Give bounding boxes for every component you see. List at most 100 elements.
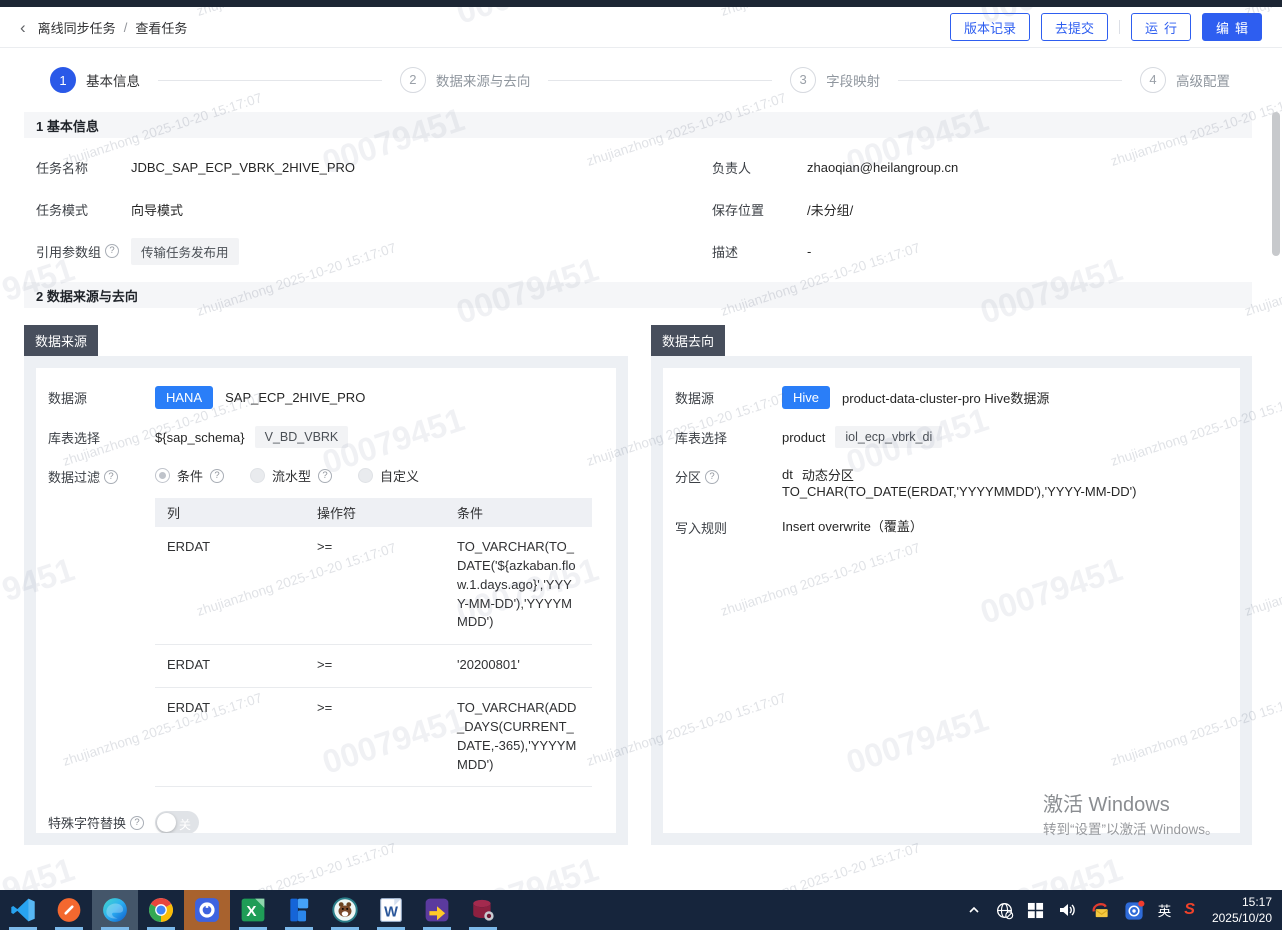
taskbar-dbeaver[interactable] <box>322 890 368 930</box>
field-label: 负责人 <box>700 158 807 177</box>
taskbar-word[interactable]: W <box>368 890 414 930</box>
step-source-dest[interactable]: 2 数据来源与去向 <box>400 67 531 93</box>
chrome-icon <box>148 897 174 923</box>
field-label-text: 数据过滤 <box>48 467 100 486</box>
filter-column-cell: ERDAT <box>155 656 305 675</box>
help-icon[interactable]: ? <box>318 469 332 483</box>
field-label-text: 特殊字符替换 <box>48 813 126 832</box>
back-icon[interactable]: ‹ <box>20 19 26 36</box>
taskbar-edge[interactable] <box>92 890 138 930</box>
filter-table: 列 操作符 条件 ERDAT >= TO_VARCHAR(TO_DATE('${… <box>155 498 592 787</box>
watermark-text: 00079451 <box>0 850 79 890</box>
svg-text:W: W <box>384 905 398 921</box>
breadcrumb-parent[interactable]: 离线同步任务 <box>38 18 116 37</box>
taskbar-excel[interactable]: X <box>230 890 276 930</box>
run-button[interactable]: 运行 <box>1131 13 1191 41</box>
radio-custom[interactable]: 自定义 <box>358 466 419 485</box>
help-icon[interactable]: ? <box>105 244 119 258</box>
partition-type: 动态分区 <box>802 465 854 484</box>
table-name-tag: iol_ecp_vbrk_di <box>835 426 942 448</box>
field-label: 写入规则 <box>675 514 782 537</box>
version-history-button[interactable]: 版本记录 <box>950 13 1030 41</box>
description-value: - <box>807 244 811 259</box>
partition-field: dt <box>782 467 793 482</box>
filter-condition-cell: TO_VARCHAR(TO_DATE('${azkaban.flow.1.day… <box>445 538 592 632</box>
tray-blue-app-icon[interactable] <box>1124 900 1145 921</box>
radio-incremental[interactable]: 流水型 ? <box>250 466 332 485</box>
taskbar-database-app[interactable] <box>460 890 506 930</box>
help-icon[interactable]: ? <box>130 816 144 830</box>
partition-expression: TO_CHAR(TO_DATE(ERDAT,'YYYYMMDD'),'YYYY-… <box>782 484 1136 499</box>
help-icon[interactable]: ? <box>104 470 118 484</box>
filter-operator-cell: >= <box>305 656 445 675</box>
destination-panel-body: 数据源 Hive product-data-cluster-pro Hive数据… <box>651 356 1252 845</box>
task-name-value: JDBC_SAP_ECP_VBRK_2HIVE_PRO <box>131 160 355 175</box>
source-table-row: 库表选择 ${sap_schema} V_BD_VBRK <box>48 424 604 448</box>
taskbar-blue-f-app[interactable] <box>276 890 322 930</box>
param-group-row: 引用参数组 ? 传输任务发布用 <box>24 230 700 272</box>
column-header: 条件 <box>445 503 592 522</box>
taskbar-vscode[interactable] <box>0 890 46 930</box>
filter-table-row: ERDAT >= '20200801' <box>155 645 592 688</box>
system-tray: 英 S 15:17 2025/10/20 <box>966 894 1282 926</box>
tray-foxmail-icon[interactable] <box>1090 900 1111 921</box>
tray-volume-icon[interactable] <box>1057 900 1077 920</box>
taskbar-active-app[interactable] <box>184 890 230 930</box>
watermark-text: zhujianzhong 2025-10-20 15:17:07 <box>719 840 922 890</box>
datasource-name: product-data-cluster-pro Hive数据源 <box>842 388 1049 407</box>
tray-ime-language[interactable]: 英 <box>1158 900 1172 920</box>
tray-chevron-up-icon[interactable] <box>966 902 982 918</box>
filter-table-body: ERDAT >= TO_VARCHAR(TO_DATE('${azkaban.f… <box>155 527 592 787</box>
filter-radio-group: 条件 ? 流水型 ? 自定义 <box>155 463 419 485</box>
watermark-text: zhujianzhong 2025-10-20 15:17:07 <box>195 840 398 890</box>
tray-sogou-icon[interactable]: S <box>1184 901 1195 919</box>
source-panel-tab: 数据来源 <box>24 325 98 356</box>
description-row: 描述 - <box>700 230 1252 272</box>
tray-windows-icon[interactable] <box>1027 902 1044 919</box>
filter-table-row: ERDAT >= TO_VARCHAR(TO_DATE('${azkaban.f… <box>155 527 592 645</box>
schema-value: ${sap_schema} <box>155 430 245 445</box>
taskbar-purple-app[interactable] <box>414 890 460 930</box>
filter-operator-cell: >= <box>305 699 445 774</box>
tray-network-globe-icon[interactable] <box>995 901 1014 920</box>
database-value: product <box>782 430 825 445</box>
destination-panel-tab: 数据去向 <box>651 325 725 356</box>
blue-f-app-icon <box>286 897 312 923</box>
help-icon[interactable]: ? <box>210 469 224 483</box>
step-field-mapping[interactable]: 3 字段映射 <box>790 67 880 93</box>
filter-row: 数据过滤 ? 条件 ? 流水型 ? <box>48 463 604 486</box>
help-icon[interactable]: ? <box>705 470 719 484</box>
section-basic-info-header: 1 基本信息 <box>24 112 1252 138</box>
task-mode-row: 任务模式 向导模式 <box>24 188 700 230</box>
breadcrumb-bar: ‹ 离线同步任务 / 查看任务 版本记录 去提交 运行 编辑 <box>0 7 1282 48</box>
write-rule-row: 写入规则 Insert overwrite（覆盖） <box>675 514 1228 537</box>
clock-time: 15:17 <box>1212 894 1272 910</box>
task-name-row: 任务名称 JDBC_SAP_ECP_VBRK_2HIVE_PRO <box>24 146 700 188</box>
source-panel: 数据来源 数据源 HANA SAP_ECP_2HIVE_PRO 库表选择 ${s… <box>24 325 628 845</box>
watermark-text: zhujianzhong 2025-10-20 15:17:07 <box>1243 840 1282 890</box>
owner-row: 负责人 zhaoqian@heilangroup.cn <box>700 146 1252 188</box>
step-number: 2 <box>400 67 426 93</box>
radio-dot <box>250 468 265 483</box>
windows-taskbar: X W <box>0 890 1282 930</box>
step-basic-info[interactable]: 1 基本信息 <box>50 67 140 93</box>
tray-clock[interactable]: 15:17 2025/10/20 <box>1212 894 1272 926</box>
taskbar-chrome[interactable] <box>138 890 184 930</box>
header-actions: 版本记录 去提交 运行 编辑 <box>950 13 1262 41</box>
submit-button[interactable]: 去提交 <box>1041 13 1108 41</box>
taskbar-editor-app[interactable] <box>46 890 92 930</box>
source-dest-panels: 数据来源 数据源 HANA SAP_ECP_2HIVE_PRO 库表选择 ${s… <box>24 325 1252 845</box>
special-char-toggle[interactable]: 关 <box>155 811 199 833</box>
write-rule-value: Insert overwrite（覆盖） <box>782 516 923 535</box>
filter-condition-cell: '20200801' <box>445 656 592 675</box>
breadcrumb-separator: / <box>124 20 128 35</box>
field-label: 特殊字符替换 ? <box>48 813 155 832</box>
radio-condition[interactable]: 条件 ? <box>155 466 224 485</box>
edit-button[interactable]: 编辑 <box>1202 13 1262 41</box>
step-advanced-config[interactable]: 4 高级配置 <box>1140 67 1230 93</box>
field-label: 任务名称 <box>24 158 131 177</box>
partition-row: 分区 ? dt 动态分区 TO_CHAR(TO_DATE(ERDAT,'YYYY… <box>675 463 1228 499</box>
scrollbar-thumb[interactable] <box>1272 112 1280 256</box>
step-connector <box>898 80 1122 81</box>
radio-dot <box>358 468 373 483</box>
